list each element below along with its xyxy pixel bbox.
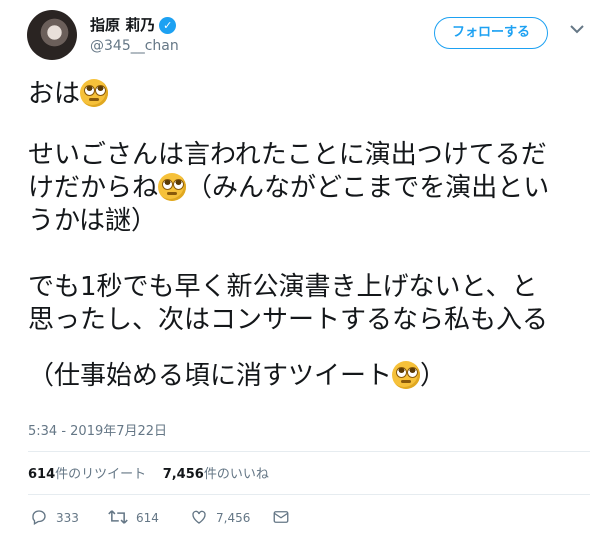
tweet-text: おは せいごさんは言われたことに演出つけてるだ けだからね （みんながどこまでを演… [28,78,603,393]
tweet-line: うかは謎） [28,206,157,236]
avatar[interactable] [27,10,77,60]
chevron-down-icon[interactable] [570,22,584,38]
rolling-eyes-emoji-icon [158,173,187,201]
tweet-timestamp[interactable]: 5:34 - 2019年7月22日 [28,420,167,439]
envelope-icon [273,511,289,523]
user-handle[interactable]: @345__chan [90,38,179,54]
divider [28,451,590,452]
retweet-button[interactable]: 614 [108,508,159,526]
display-name-text: 指原 莉乃 [90,16,156,34]
rolling-eyes-emoji-icon [392,361,421,389]
divider [28,494,590,495]
tweet-line: おは [28,78,603,111]
reply-button[interactable]: 333 [30,508,79,526]
tweet-line: けだからね （みんながどこまでを演出とい [28,173,550,203]
tweet-line: せいごさんは言われたことに演出つけてるだ [28,140,547,170]
retweets-stat[interactable]: 614件のリツイート [28,467,146,482]
direct-message-button[interactable] [272,508,298,526]
display-name[interactable]: 指原 莉乃 ✓ [90,14,177,35]
likes-stat[interactable]: 7,456件のいいね [163,467,269,482]
tweet-line: でも1秒でも早く新公演書き上げないと、と [28,272,538,302]
rolling-eyes-emoji-icon [80,79,109,107]
retweet-icon [108,510,128,524]
verified-badge-icon: ✓ [159,17,177,34]
follow-button[interactable]: フォローする [434,17,548,49]
reply-icon [32,510,46,525]
heart-icon [192,510,206,524]
engagement-stats: 614件のリツイート 7,456件のいいね [28,463,269,482]
tweet-line: （仕事始める頃に消すツイート） [28,361,447,391]
like-button[interactable]: 7,456 [190,508,250,526]
tweet-line: 思ったし、次はコンサートするなら私も入る [28,305,549,335]
